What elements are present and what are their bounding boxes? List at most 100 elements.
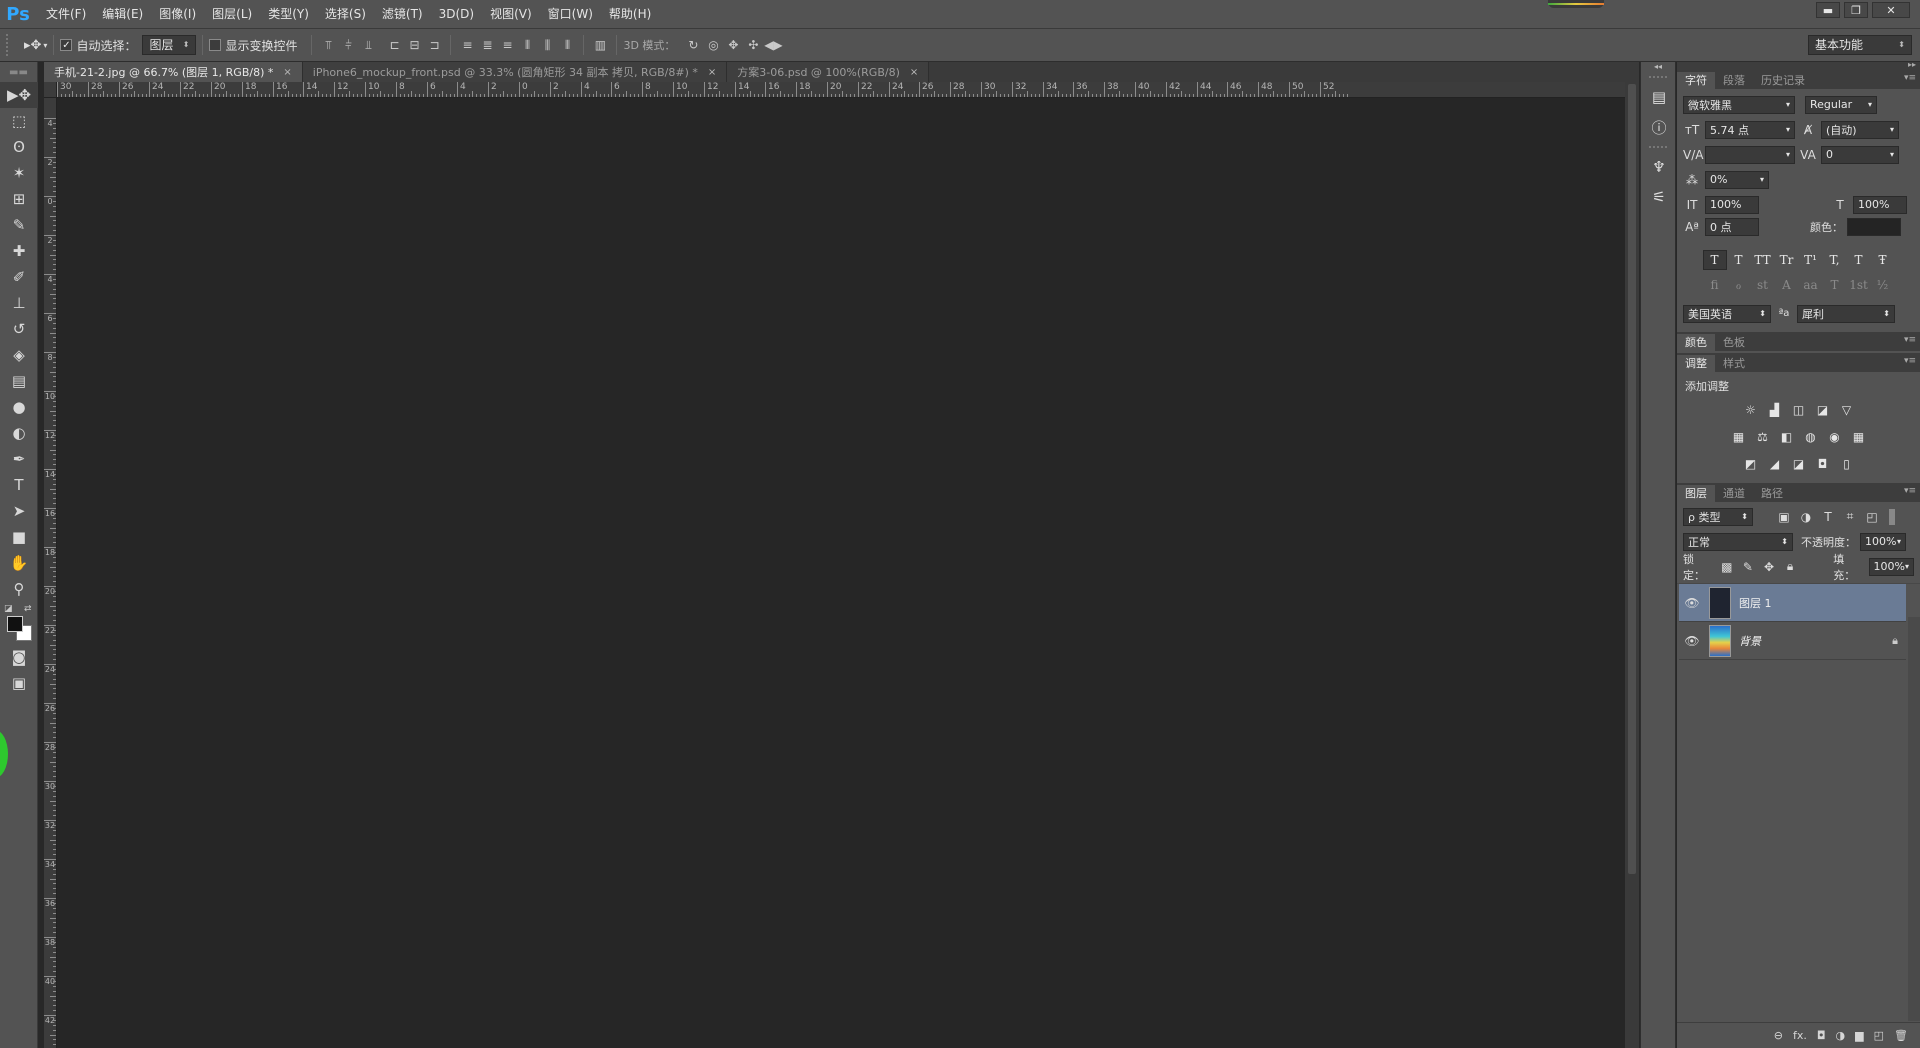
- close-icon[interactable]: ×: [708, 67, 716, 78]
- panel-menu-icon[interactable]: ▾≡: [1904, 486, 1916, 496]
- type-style-button[interactable]: Ŧ: [1871, 250, 1895, 270]
- adjustment-icon[interactable]: ▦: [1850, 429, 1868, 445]
- panel-menu-icon[interactable]: ▾≡: [1904, 335, 1916, 345]
- align-vcenter-icon[interactable]: ⫩: [338, 35, 358, 55]
- type-style-button[interactable]: T,: [1823, 250, 1847, 270]
- adjustment-icon[interactable]: ☼: [1742, 402, 1760, 418]
- filter-pixel-icon[interactable]: ▣: [1775, 510, 1793, 524]
- adjustment-icon[interactable]: ⚖: [1754, 429, 1772, 445]
- type-style-button[interactable]: Tr: [1775, 250, 1799, 270]
- tab-styles[interactable]: 样式: [1715, 355, 1753, 372]
- workspace-dropdown[interactable]: 基本功能 ⬍: [1808, 35, 1912, 55]
- screen-mode-icon[interactable]: ▣: [0, 670, 38, 696]
- tool-preset-picker[interactable]: ▸✥ ▾: [24, 38, 47, 53]
- options-grip[interactable]: [6, 34, 14, 56]
- magic-wand-tool-icon[interactable]: ✶: [0, 160, 38, 186]
- tool-presets-icon[interactable]: ⚟: [1641, 182, 1677, 212]
- info-icon[interactable]: ⓘ: [1641, 112, 1677, 142]
- photoshop-logo[interactable]: Ps: [0, 0, 36, 29]
- text-color-swatch[interactable]: [1847, 218, 1901, 236]
- brush-tool-icon[interactable]: ✐: [0, 264, 38, 290]
- align-right-icon[interactable]: ⊐: [424, 35, 444, 55]
- align-hcenter-icon[interactable]: ⊟: [404, 35, 424, 55]
- opentype-button[interactable]: ½: [1871, 275, 1895, 295]
- document-tab[interactable]: 方案3-06.psd @ 100%(RGB/8) ×: [727, 62, 930, 82]
- font-family-dropdown[interactable]: 微软雅黑 ▾: [1683, 95, 1795, 114]
- adjustment-icon[interactable]: ◩: [1742, 456, 1760, 472]
- tab-swatches[interactable]: 色板: [1715, 334, 1753, 351]
- lasso-tool-icon[interactable]: ʘ: [0, 134, 38, 160]
- scrollbar-thumb[interactable]: [1628, 84, 1636, 874]
- trash-icon[interactable]: 🗑: [1894, 1029, 1908, 1042]
- lock-position-icon[interactable]: ✥: [1760, 560, 1777, 574]
- close-icon[interactable]: ×: [910, 67, 918, 78]
- vertical-scrollbar[interactable]: [1625, 82, 1639, 1048]
- eye-icon[interactable]: 👁︎: [1679, 634, 1705, 648]
- filter-shape-icon[interactable]: ⌗: [1841, 509, 1859, 524]
- auto-select-checkbox[interactable]: ✓: [60, 39, 73, 51]
- histogram-icon[interactable]: ▤: [1641, 82, 1677, 112]
- clone-stamp-tool-icon[interactable]: ⊥: [0, 290, 38, 316]
- panels-collapse-bar[interactable]: ▸▸: [1677, 60, 1920, 70]
- menu-item[interactable]: 编辑(E): [94, 0, 151, 29]
- tab-color[interactable]: 颜色: [1677, 334, 1715, 351]
- foreground-color-swatch[interactable]: [7, 616, 23, 632]
- collapse-panels-icon[interactable]: ◂◂: [1641, 62, 1675, 76]
- baseline-shift-field[interactable]: 0 点: [1705, 218, 1759, 236]
- horizontal-ruler[interactable]: 30 28 26 24 22 20 18 16 14 12 10 8 6 4 2 0 2 4 6 8 10 12 14 16 1…: [57, 82, 1625, 98]
- new-layer-icon[interactable]: ◰: [1874, 1029, 1884, 1042]
- document-tab[interactable]: iPhone6_mockup_front.psd @ 33.3% (圆角矩形 3…: [302, 62, 728, 82]
- 3d-roll-icon[interactable]: ◎: [703, 35, 723, 55]
- move-tool-icon[interactable]: ▶✥: [0, 82, 38, 108]
- 3d-scale-icon[interactable]: ◀▶: [763, 35, 783, 55]
- align-bottom-icon[interactable]: ⫫: [358, 35, 378, 55]
- tab-adjustments[interactable]: 调整: [1677, 355, 1715, 372]
- hand-tool-icon[interactable]: ✋: [0, 550, 38, 576]
- panel-menu-icon[interactable]: ▾≡: [1904, 73, 1916, 83]
- rectangle-tool-icon[interactable]: ■: [0, 524, 38, 550]
- tsume-field[interactable]: 0% ▾: [1705, 170, 1769, 189]
- filter-adjustment-icon[interactable]: ◑: [1797, 510, 1815, 524]
- distribute-vcenter-icon[interactable]: ≣: [477, 35, 497, 55]
- filter-type-icon[interactable]: T: [1819, 510, 1837, 524]
- tab-history[interactable]: 历史记录: [1753, 72, 1813, 89]
- auto-align-icon[interactable]: ▥: [590, 35, 610, 55]
- opentype-button[interactable]: st: [1751, 275, 1775, 295]
- distribute-bottom-icon[interactable]: ≡: [497, 35, 517, 55]
- adjustment-icon[interactable]: ▦: [1730, 429, 1748, 445]
- close-icon[interactable]: ×: [283, 67, 291, 78]
- type-style-button[interactable]: T¹: [1799, 250, 1823, 270]
- opentype-button[interactable]: ℴ: [1727, 275, 1751, 295]
- quick-mask-icon[interactable]: ◙: [0, 644, 38, 670]
- 3d-pan-icon[interactable]: ✥: [723, 35, 743, 55]
- 3d-slide-icon[interactable]: ✣: [743, 35, 763, 55]
- panel-menu-icon[interactable]: ▾≡: [1904, 356, 1916, 366]
- type-style-button[interactable]: TT: [1751, 250, 1775, 270]
- distribute-right-icon[interactable]: ⫴: [557, 35, 577, 55]
- menu-item[interactable]: 文件(F): [38, 0, 94, 29]
- tab-channels[interactable]: 通道: [1715, 485, 1753, 502]
- menu-item[interactable]: 视图(V): [482, 0, 540, 29]
- opentype-button[interactable]: fi: [1703, 275, 1727, 295]
- type-style-button[interactable]: T: [1847, 250, 1871, 270]
- language-dropdown[interactable]: 美国英语 ⬍: [1683, 304, 1771, 323]
- new-adjustment-icon[interactable]: ◑: [1836, 1029, 1846, 1042]
- type-style-button[interactable]: T: [1727, 250, 1751, 270]
- brush-presets-icon[interactable]: ♆: [1641, 152, 1677, 182]
- lock-transparent-icon[interactable]: ▩: [1718, 560, 1735, 574]
- horizontal-scale-field[interactable]: 100%: [1853, 195, 1907, 214]
- type-tool-icon[interactable]: T: [0, 472, 38, 498]
- align-left-icon[interactable]: ⊏: [384, 35, 404, 55]
- tracking-field[interactable]: 0 ▾: [1821, 145, 1899, 164]
- adjustment-icon[interactable]: ◫: [1790, 402, 1808, 418]
- 3d-orbit-icon[interactable]: ↻: [683, 35, 703, 55]
- layer-style-icon[interactable]: fx.: [1793, 1029, 1807, 1042]
- tab-paragraph[interactable]: 段落: [1715, 72, 1753, 89]
- new-group-icon[interactable]: ▆: [1855, 1029, 1863, 1042]
- history-brush-tool-icon[interactable]: ↺: [0, 316, 38, 342]
- kerning-field[interactable]: ▾: [1705, 145, 1795, 164]
- opentype-button[interactable]: T: [1823, 275, 1847, 295]
- font-size-field[interactable]: 5.74 点 ▾: [1705, 120, 1795, 139]
- adjustment-icon[interactable]: ◍: [1802, 429, 1820, 445]
- menu-item[interactable]: 图层(L): [204, 0, 260, 29]
